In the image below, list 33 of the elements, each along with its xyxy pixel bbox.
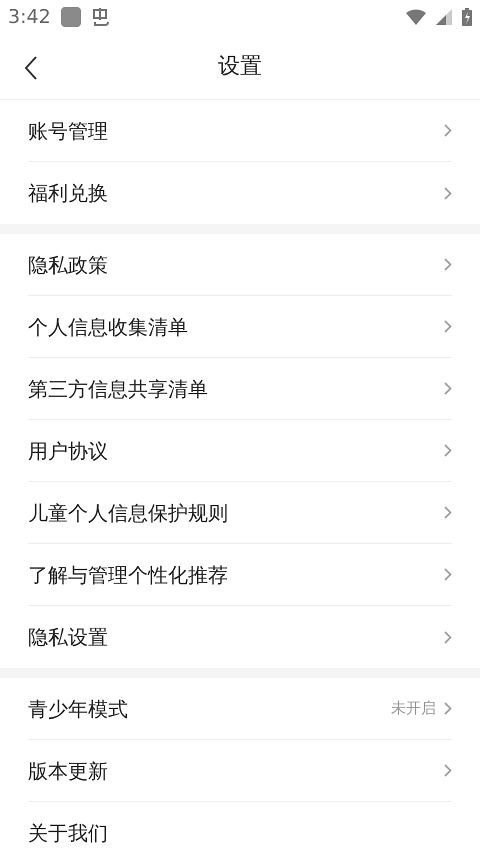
row-value: 未开启 [391, 698, 436, 720]
status-time: 3:42 [8, 4, 51, 30]
settings-row[interactable]: 关于我们 [28, 802, 452, 853]
battery-icon [462, 8, 472, 26]
row-label: 版本更新 [28, 758, 109, 784]
settings-row[interactable]: 青少年模式 未开启 [28, 678, 452, 740]
notification-icon [90, 7, 111, 27]
settings-row[interactable]: 隐私政策 [28, 234, 452, 296]
row-label: 用户协议 [28, 438, 109, 464]
signal-icon [436, 9, 452, 25]
settings-row[interactable]: 隐私设置 [28, 606, 452, 668]
settings-row[interactable]: 账号管理 [28, 100, 452, 162]
settings-row[interactable]: 个人信息收集清单 [28, 296, 452, 358]
settings-row[interactable]: 用户协议 [28, 420, 452, 482]
row-label: 福利兑换 [28, 180, 109, 207]
settings-row[interactable]: 儿童个人信息保护规则 [28, 482, 452, 544]
row-label: 儿童个人信息保护规则 [28, 500, 229, 526]
settings-row[interactable]: 第三方信息共享清单 [28, 358, 452, 420]
row-label: 青少年模式 [28, 696, 129, 722]
app-notification-icon [60, 7, 81, 27]
settings-row[interactable]: 福利兑换 [28, 162, 452, 224]
page-title: 设置 [218, 53, 262, 81]
row-label: 关于我们 [28, 820, 109, 847]
row-label: 隐私设置 [28, 624, 109, 651]
settings-row[interactable]: 版本更新 [28, 740, 452, 802]
row-label: 第三方信息共享清单 [28, 376, 209, 402]
back-icon [24, 56, 38, 80]
row-label: 个人信息收集清单 [28, 314, 189, 340]
row-label: 了解与管理个性化推荐 [28, 562, 229, 588]
row-label: 账号管理 [28, 118, 109, 144]
row-label: 隐私政策 [28, 252, 109, 278]
wifi-icon [406, 9, 426, 25]
settings-row[interactable]: 了解与管理个性化推荐 [28, 544, 452, 606]
